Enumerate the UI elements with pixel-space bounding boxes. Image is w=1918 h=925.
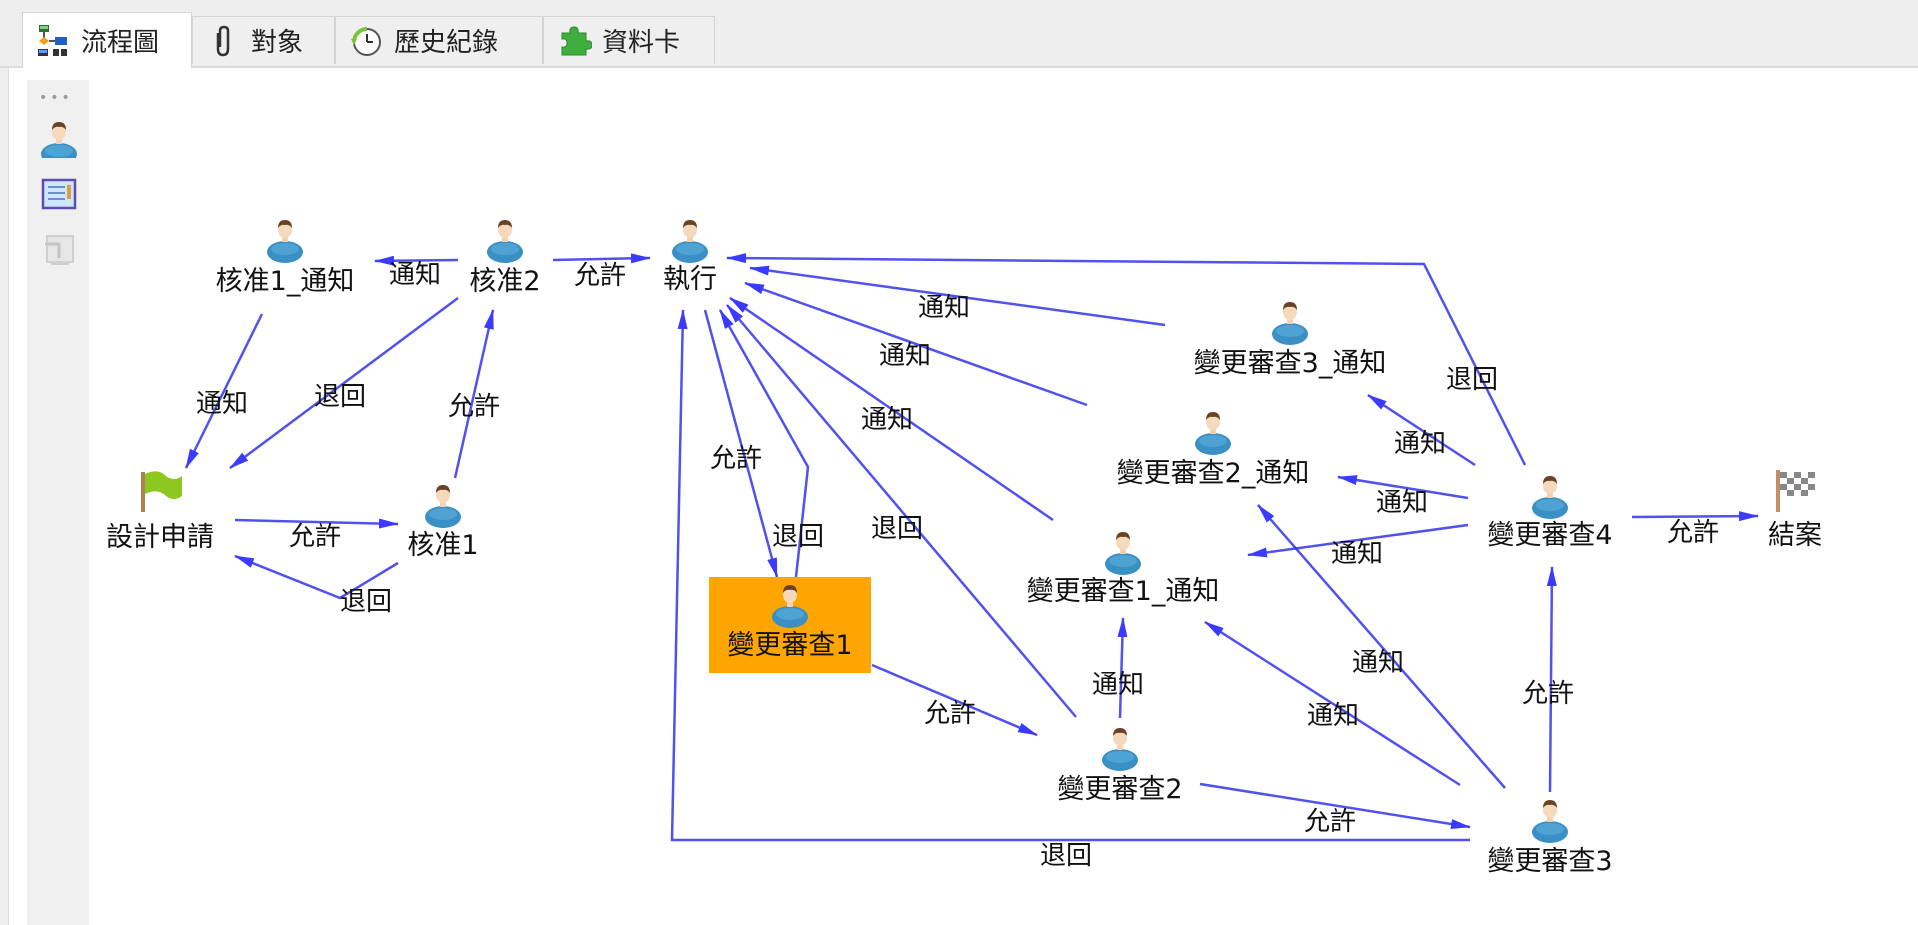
edge-label[interactable]: 通知 [1092,670,1144,700]
person-icon [1532,476,1568,519]
edge-label[interactable]: 通知 [861,405,913,435]
person-icon [1105,532,1141,575]
edge-label[interactable]: 允許 [1667,518,1719,548]
person-icon [672,220,708,263]
edge-label[interactable]: 允許 [1304,807,1356,837]
edge-label[interactable]: 退回 [772,522,824,552]
edge-review4-to-close[interactable] [1631,511,1759,522]
node-label: 核准2 [469,266,540,297]
node-execute[interactable]: 執行 [663,220,717,295]
person-icon [487,220,523,263]
node-label: 變更審查2_通知 [1117,458,1310,489]
edge-label[interactable]: 通知 [1307,701,1359,731]
tab-history[interactable]: 歷史紀錄 [335,16,543,64]
checkered-flag-icon [1776,470,1815,512]
green-flag-icon [141,471,182,512]
palette-grip-handle[interactable]: ••• [39,90,73,106]
node-label: 變更審查3 [1487,846,1612,877]
edge-label[interactable]: 通知 [196,389,248,419]
edge-label[interactable]: 通知 [1331,539,1383,569]
tab-datacard[interactable]: 資料卡 [543,16,715,64]
node-review4[interactable]: 變更審查4 [1487,476,1613,551]
left-edge-strip [0,68,9,925]
edge-review2-to-review1_notify[interactable] [1117,617,1128,719]
puzzle-icon [561,25,592,55]
tab-bar: 流程圖 對象 歷史紀錄 資料卡 [0,0,1918,68]
node-approve1[interactable]: 核准1 [407,485,479,561]
node-label: 變更審查2 [1057,774,1182,805]
person-icon [1532,800,1568,843]
clock-history-icon [351,26,381,56]
edge-label[interactable]: 允許 [710,444,762,474]
edge-label[interactable]: 通知 [1352,648,1404,678]
node-label: 變更審查3_通知 [1194,348,1387,379]
node-label: 變更審查4 [1487,520,1612,551]
person-icon [1195,412,1231,455]
node-review3-notify[interactable]: 變更審查3_通知 [1194,302,1387,379]
edge-label[interactable]: 退回 [340,587,392,617]
person-icon [1272,302,1308,345]
workflow-canvas[interactable]: 設計申請核准1_通知 核准2 執行核准1變更審查1變更審查1_通知變更審查2_通知變… [0,0,1918,925]
edge-label[interactable]: 退回 [314,382,366,412]
edge-label[interactable]: 允許 [924,699,976,729]
edge-label[interactable]: 退回 [1040,841,1092,871]
edge-label[interactable]: 允許 [574,261,626,291]
node-label: 核准1_通知 [216,266,355,297]
node-label: 執行 [663,264,717,295]
edge-approve2-to-execute[interactable] [552,253,651,264]
tool-palette: ••• [27,80,89,925]
node-review3[interactable]: 變更審查3 [1487,800,1613,877]
tab-label: 資料卡 [602,28,681,58]
edge-label[interactable]: 退回 [1446,365,1498,395]
tab-flowchart[interactable]: 流程圖 [22,12,192,68]
notebook-icon[interactable] [39,174,79,214]
person-icon [267,220,303,263]
edge-label[interactable]: 通知 [918,293,970,323]
person-icon [1102,728,1138,771]
edge-review3-to-execute[interactable] [670,309,1470,842]
tab-label: 歷史紀錄 [394,28,499,58]
node-approve1-notify[interactable]: 核准1_通知 [216,220,355,297]
node-design-req[interactable]: 設計申請 [106,471,214,553]
node-review2-notify[interactable]: 變更審查2_通知 [1117,412,1310,489]
flowchart-icon [38,24,67,56]
node-review1[interactable]: 變更審查1 [709,577,871,673]
tab-objects[interactable]: 對象 [192,16,335,64]
person-icon[interactable] [39,118,79,158]
node-label: 設計申請 [106,522,214,553]
paperclip-icon [216,25,230,56]
node-review2[interactable]: 變更審查2 [1057,728,1183,805]
node-label: 核准1 [407,530,478,561]
edge-label[interactable]: 通知 [1376,488,1428,518]
node-approve2[interactable]: 核准2 [469,220,541,297]
tab-label: 對象 [251,28,304,58]
edge-label[interactable]: 允許 [448,392,500,422]
edge-label[interactable]: 通知 [879,341,931,371]
node-review1-notify[interactable]: 變更審查1_通知 [1027,532,1220,607]
connector-icon[interactable] [39,230,79,270]
edge-label[interactable]: 退回 [871,514,923,544]
edge-label[interactable]: 允許 [1522,679,1574,709]
node-label: 變更審查1 [727,630,852,661]
edge-label[interactable]: 通知 [1394,429,1446,459]
node-label: 變更審查1_通知 [1027,576,1220,607]
tab-label: 流程圖 [81,28,160,58]
edge-label[interactable]: 通知 [389,260,441,290]
person-icon [425,485,461,528]
node-label: 結案 [1768,520,1822,551]
node-close[interactable]: 結案 [1768,470,1822,551]
edge-label[interactable]: 允許 [289,522,341,552]
